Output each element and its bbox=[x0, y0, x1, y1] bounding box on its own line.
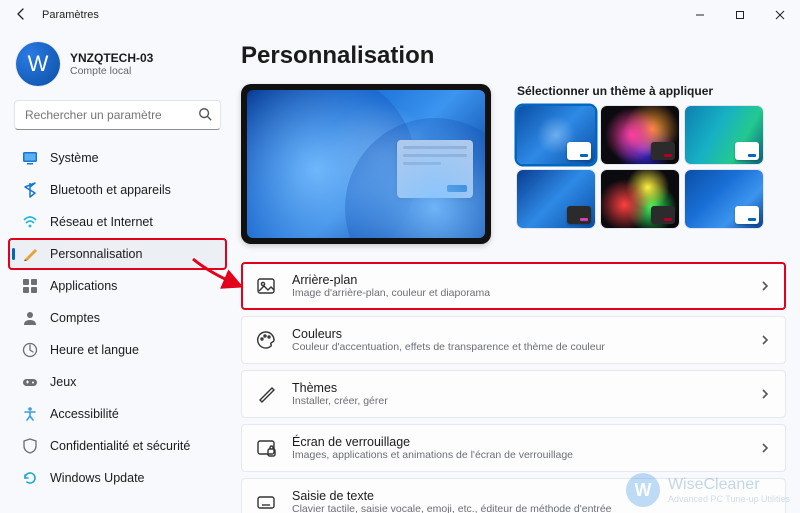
wifi-icon bbox=[22, 214, 38, 230]
nav-network[interactable]: Réseau et Internet bbox=[8, 206, 227, 238]
brush-icon bbox=[22, 246, 38, 262]
nav-gaming[interactable]: Jeux bbox=[8, 366, 227, 398]
picture-icon bbox=[256, 276, 276, 296]
nav-windows-update[interactable]: Windows Update bbox=[8, 462, 227, 494]
account-type: Compte local bbox=[70, 65, 153, 77]
close-button[interactable] bbox=[760, 0, 800, 30]
maximize-button[interactable] bbox=[720, 0, 760, 30]
avatar: W bbox=[16, 42, 60, 86]
nav-accessibility[interactable]: Accessibilité bbox=[8, 398, 227, 430]
watermark: W WiseCleaner Advanced PC Tune-up Utilit… bbox=[626, 473, 790, 507]
row-title: Couleurs bbox=[292, 327, 743, 341]
update-icon bbox=[22, 470, 38, 486]
theme-option-4[interactable] bbox=[517, 170, 595, 228]
nav-label: Accessibilité bbox=[50, 407, 119, 421]
search-icon bbox=[198, 107, 212, 124]
theme-option-3[interactable] bbox=[685, 106, 763, 164]
account-name: YNZQTECH-03 bbox=[70, 51, 153, 65]
nav-label: Heure et langue bbox=[50, 343, 139, 357]
minimize-button[interactable] bbox=[680, 0, 720, 30]
desktop-preview bbox=[241, 84, 491, 244]
chevron-right-icon bbox=[759, 388, 771, 400]
search-box[interactable] bbox=[14, 100, 221, 130]
accessibility-icon bbox=[22, 406, 38, 422]
row-sub: Images, applications et animations de l'… bbox=[292, 449, 743, 461]
row-sub: Couleur d'accentuation, effets de transp… bbox=[292, 341, 743, 353]
account-block[interactable]: W YNZQTECH-03 Compte local bbox=[8, 38, 227, 100]
apps-icon bbox=[22, 278, 38, 294]
row-lockscreen[interactable]: Écran de verrouillage Images, applicatio… bbox=[241, 424, 786, 472]
row-background[interactable]: Arrière-plan Image d'arrière-plan, coule… bbox=[241, 262, 786, 310]
row-title: Écran de verrouillage bbox=[292, 435, 743, 449]
row-themes[interactable]: Thèmes Installer, créer, gérer bbox=[241, 370, 786, 418]
theme-option-2[interactable] bbox=[601, 106, 679, 164]
keyboard-icon bbox=[256, 492, 276, 512]
watermark-tagline: Advanced PC Tune-up Utilities bbox=[668, 494, 790, 504]
palette-icon bbox=[256, 330, 276, 350]
sidebar: W YNZQTECH-03 Compte local Système Bluet… bbox=[0, 30, 235, 513]
nav: Système Bluetooth et appareils Réseau et… bbox=[8, 142, 227, 494]
nav-time-lang[interactable]: Heure et langue bbox=[8, 334, 227, 366]
theme-option-5[interactable] bbox=[601, 170, 679, 228]
lockscreen-icon bbox=[256, 438, 276, 458]
themes-label: Sélectionner un thème à appliquer bbox=[517, 84, 786, 98]
row-title: Thèmes bbox=[292, 381, 743, 395]
person-icon bbox=[22, 310, 38, 326]
nav-label: Comptes bbox=[50, 311, 100, 325]
theme-option-1[interactable] bbox=[517, 106, 595, 164]
nav-label: Personnalisation bbox=[50, 247, 142, 261]
nav-accounts[interactable]: Comptes bbox=[8, 302, 227, 334]
nav-label: Réseau et Internet bbox=[50, 215, 153, 229]
nav-label: Jeux bbox=[50, 375, 76, 389]
nav-label: Système bbox=[50, 151, 99, 165]
row-sub: Installer, créer, gérer bbox=[292, 395, 743, 407]
nav-privacy[interactable]: Confidentialité et sécurité bbox=[8, 430, 227, 462]
chevron-right-icon bbox=[759, 280, 771, 292]
theme-option-6[interactable] bbox=[685, 170, 763, 228]
main-content: Personnalisation Sélectionner un thème à… bbox=[235, 30, 800, 513]
titlebar: Paramètres bbox=[0, 0, 800, 30]
nav-label: Bluetooth et appareils bbox=[50, 183, 171, 197]
window-controls bbox=[680, 0, 800, 30]
nav-bluetooth[interactable]: Bluetooth et appareils bbox=[8, 174, 227, 206]
shield-icon bbox=[22, 438, 38, 454]
nav-personalization[interactable]: Personnalisation bbox=[8, 238, 227, 270]
row-colors[interactable]: Couleurs Couleur d'accentuation, effets … bbox=[241, 316, 786, 364]
nav-label: Windows Update bbox=[50, 471, 145, 485]
nav-label: Confidentialité et sécurité bbox=[50, 439, 190, 453]
themes-grid bbox=[517, 106, 786, 228]
window-title: Paramètres bbox=[42, 9, 99, 21]
search-input[interactable] bbox=[23, 107, 198, 123]
page-heading: Personnalisation bbox=[241, 42, 786, 70]
globe-clock-icon bbox=[22, 342, 38, 358]
chevron-right-icon bbox=[759, 334, 771, 346]
chevron-right-icon bbox=[759, 442, 771, 454]
watermark-brand: WiseCleaner bbox=[668, 476, 790, 494]
row-title: Arrière-plan bbox=[292, 273, 743, 287]
back-button[interactable] bbox=[14, 7, 28, 24]
system-icon bbox=[22, 150, 38, 166]
brush-icon bbox=[256, 384, 276, 404]
gamepad-icon bbox=[22, 374, 38, 390]
nav-apps[interactable]: Applications bbox=[8, 270, 227, 302]
nav-system[interactable]: Système bbox=[8, 142, 227, 174]
watermark-logo: W bbox=[626, 473, 660, 507]
row-sub: Image d'arrière-plan, couleur et diapora… bbox=[292, 287, 743, 299]
nav-label: Applications bbox=[50, 279, 117, 293]
bluetooth-icon bbox=[22, 182, 38, 198]
